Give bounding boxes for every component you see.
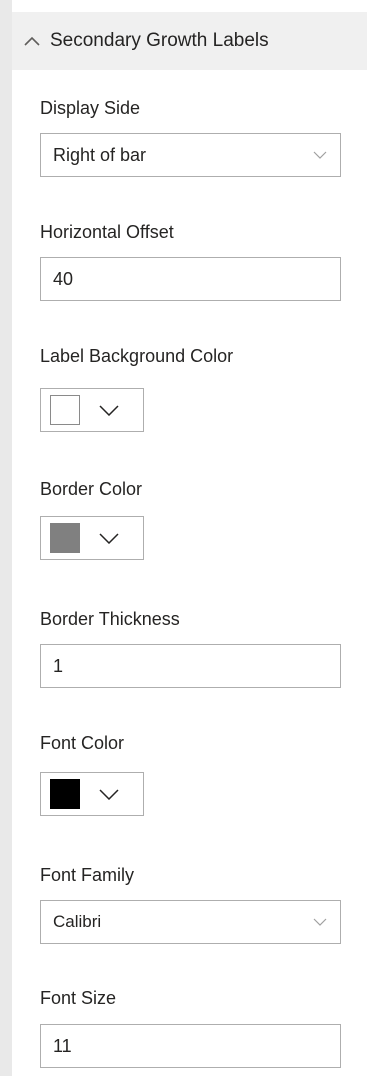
display-side-label: Display Side [40, 98, 141, 118]
border-thickness-label: Border Thickness [40, 609, 180, 629]
display-side-dropdown[interactable]: Right of bar [40, 133, 341, 177]
font-family-dropdown[interactable]: Calibri [40, 900, 341, 944]
chevron-down-icon [300, 918, 340, 926]
label-background-color-label: Label Background Color [40, 346, 234, 366]
chevron-down-icon [99, 532, 119, 544]
section-body: Display Side Right of bar Horizontal Off… [12, 70, 356, 1076]
color-swatch-gray [50, 523, 80, 553]
font-size-input[interactable]: 11 [40, 1024, 341, 1068]
color-swatch-black [50, 779, 80, 809]
border-thickness-input[interactable]: 1 [40, 644, 341, 688]
chevron-up-icon[interactable] [14, 12, 50, 70]
section-header-secondary-growth-labels[interactable]: Secondary Growth Labels [12, 12, 367, 70]
format-pane: Secondary Growth Labels Display Side Rig… [0, 0, 367, 1076]
font-family-value: Calibri [53, 912, 102, 931]
chevron-down-icon [99, 788, 119, 800]
color-swatch-white [50, 395, 80, 425]
horizontal-offset-input[interactable]: 40 [40, 257, 341, 301]
font-family-label: Font Family [40, 865, 135, 885]
display-side-value: Right of bar [53, 144, 147, 165]
font-size-label: Font Size [40, 988, 117, 1008]
border-color-picker[interactable] [40, 516, 144, 560]
font-size-value: 11 [53, 1035, 72, 1056]
horizontal-offset-value: 40 [53, 268, 74, 289]
section-title: Secondary Growth Labels [50, 30, 269, 51]
border-color-label: Border Color [40, 479, 143, 499]
pane-left-border [0, 0, 12, 1076]
border-thickness-value: 1 [53, 655, 64, 676]
font-color-label: Font Color [40, 733, 125, 753]
chevron-down-icon [300, 151, 340, 159]
horizontal-offset-label: Horizontal Offset [40, 222, 174, 242]
label-background-color-picker[interactable] [40, 388, 144, 432]
scrollbar-track[interactable] [356, 70, 367, 1076]
font-color-picker[interactable] [40, 772, 144, 816]
chevron-down-icon [99, 404, 119, 416]
